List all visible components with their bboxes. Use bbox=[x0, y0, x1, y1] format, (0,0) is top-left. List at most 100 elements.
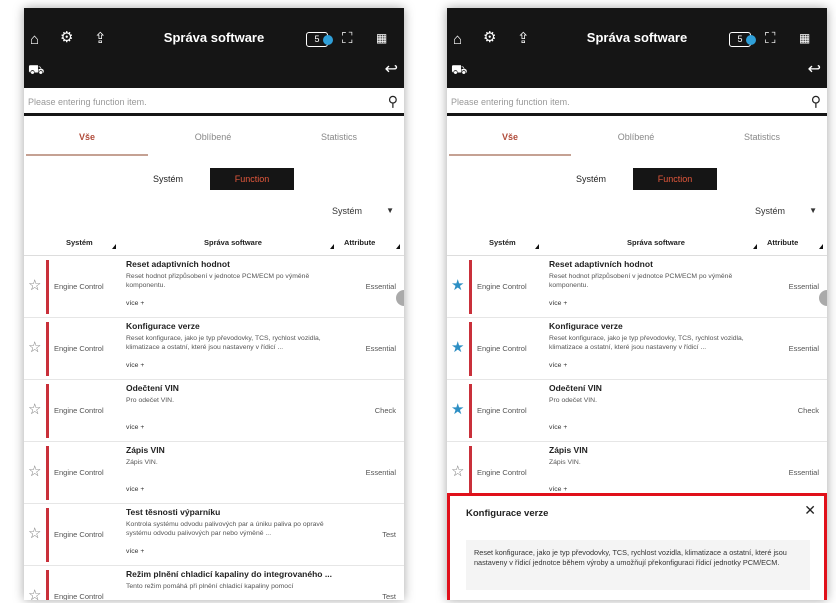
header-software[interactable]: Správa software bbox=[204, 238, 262, 247]
row-attribute: Check bbox=[797, 406, 819, 415]
more-link[interactable]: více + bbox=[126, 486, 144, 493]
row-function-name[interactable]: Test těsnosti výparníku bbox=[126, 507, 356, 517]
close-icon[interactable]: ✕ bbox=[804, 502, 816, 519]
detail-popup: Konfigurace verze ✕ Reset konfigurace, j… bbox=[447, 493, 827, 600]
search-bar[interactable]: Please entering function item. ⚲ bbox=[24, 88, 404, 116]
notification-badge[interactable]: 5 bbox=[729, 32, 756, 47]
chevron-down-icon: ▼ bbox=[809, 206, 817, 215]
table-row[interactable]: ☆ Engine Control Zápis VIN Zápis VIN. více +… bbox=[24, 442, 404, 504]
system-dropdown[interactable]: Systém ▼ bbox=[318, 202, 398, 222]
row-description: Reset hodnot přizpůsobení v jednotce PCM… bbox=[126, 273, 310, 289]
table-row[interactable]: ☆ Engine Control Režim plnění chladicí kap… bbox=[24, 566, 404, 600]
row-function-name[interactable]: Konfigurace verze bbox=[126, 321, 356, 331]
grid-icon[interactable]: ▦ bbox=[799, 32, 810, 44]
star-icon[interactable]: ☆ bbox=[28, 402, 41, 417]
table-row[interactable]: ☆ Engine Control Reset adaptivních hodnot R… bbox=[24, 256, 404, 318]
vehicle-icon[interactable]: ⛟ bbox=[28, 63, 44, 76]
row-function-name[interactable]: Režim plnění chladicí kapaliny do integr… bbox=[126, 569, 356, 579]
header-attribute[interactable]: Attribute bbox=[344, 238, 375, 247]
row-function-name[interactable]: Konfigurace verze bbox=[549, 321, 779, 331]
header-system[interactable]: Systém bbox=[489, 238, 516, 247]
row-system: Engine Control bbox=[54, 344, 104, 353]
more-link[interactable]: více + bbox=[549, 362, 567, 369]
star-icon[interactable]: ★ bbox=[451, 278, 464, 293]
star-icon[interactable]: ★ bbox=[451, 402, 464, 417]
star-icon[interactable]: ☆ bbox=[28, 278, 41, 293]
back-arrow-icon[interactable]: ↩ bbox=[808, 62, 821, 78]
scroll-handle[interactable] bbox=[396, 290, 404, 306]
row-accent-bar bbox=[469, 322, 472, 376]
search-icon[interactable]: ⚲ bbox=[811, 93, 821, 110]
row-attribute: Essential bbox=[788, 468, 819, 477]
tab-favorites[interactable]: Oblíbené bbox=[573, 132, 699, 156]
table-row[interactable]: ☆ Engine Control Konfigurace verze Reset ko… bbox=[24, 318, 404, 380]
sort-icon[interactable] bbox=[753, 244, 757, 249]
row-system: Engine Control bbox=[477, 406, 527, 415]
popup-title: Konfigurace verze bbox=[466, 508, 549, 519]
row-accent-bar bbox=[46, 446, 49, 500]
table-row[interactable]: ☆ Engine Control Test těsnosti výparníku Ko… bbox=[24, 504, 404, 566]
sort-icon[interactable] bbox=[819, 244, 823, 249]
more-link[interactable]: více + bbox=[126, 548, 144, 555]
row-function-name[interactable]: Reset adaptivních hodnot bbox=[549, 259, 779, 269]
tab-all[interactable]: Vše bbox=[447, 132, 573, 156]
table-row[interactable]: ★ Engine Control Odečtení VIN Pro odečet VI… bbox=[447, 380, 827, 442]
star-icon[interactable]: ☆ bbox=[28, 526, 41, 541]
app-screen-list: ⌂ ⚙ ⇪ Správa software 5 ⛶ ▦ ⛟ ↩ Please e… bbox=[24, 8, 404, 600]
star-icon[interactable]: ☆ bbox=[28, 464, 41, 479]
row-function-name[interactable]: Odečtení VIN bbox=[126, 383, 356, 393]
row-function-name[interactable]: Odečtení VIN bbox=[549, 383, 779, 393]
row-system: Engine Control bbox=[54, 530, 104, 539]
search-bar[interactable]: Please entering function item. ⚲ bbox=[447, 88, 827, 116]
back-arrow-icon[interactable]: ↩ bbox=[385, 62, 398, 78]
more-link[interactable]: více + bbox=[549, 486, 567, 493]
vehicle-icon[interactable]: ⛟ bbox=[451, 63, 467, 76]
sort-icon[interactable] bbox=[535, 244, 539, 249]
more-link[interactable]: více + bbox=[126, 300, 144, 307]
focus-icon[interactable]: ⛶ bbox=[765, 31, 776, 46]
row-system: Engine Control bbox=[54, 282, 104, 291]
row-system: Engine Control bbox=[477, 282, 527, 291]
notification-badge[interactable]: 5 bbox=[306, 32, 333, 47]
toggle-function[interactable]: Function bbox=[633, 168, 717, 190]
star-icon[interactable]: ☆ bbox=[451, 464, 464, 479]
header-system[interactable]: Systém bbox=[66, 238, 93, 247]
row-description: Pro odečet VIN. bbox=[126, 397, 174, 404]
row-system: Engine Control bbox=[54, 592, 104, 600]
view-toggle: Systém Function bbox=[126, 168, 294, 190]
toggle-function[interactable]: Function bbox=[210, 168, 294, 190]
tab-statistics[interactable]: Statistics bbox=[276, 132, 402, 156]
scroll-handle[interactable] bbox=[819, 290, 827, 306]
more-link[interactable]: více + bbox=[126, 424, 144, 431]
search-icon[interactable]: ⚲ bbox=[388, 93, 398, 110]
tab-favorites[interactable]: Oblíbené bbox=[150, 132, 276, 156]
focus-icon[interactable]: ⛶ bbox=[342, 31, 353, 46]
tab-all[interactable]: Vše bbox=[24, 132, 150, 156]
toggle-system[interactable]: Systém bbox=[126, 168, 210, 190]
row-description: Zápis VIN. bbox=[549, 459, 581, 466]
sort-icon[interactable] bbox=[330, 244, 334, 249]
search-input[interactable]: Please entering function item. bbox=[451, 97, 570, 107]
more-link[interactable]: více + bbox=[549, 424, 567, 431]
header-attribute[interactable]: Attribute bbox=[767, 238, 798, 247]
row-function-name[interactable]: Zápis VIN bbox=[126, 445, 356, 455]
toggle-system[interactable]: Systém bbox=[549, 168, 633, 190]
sort-icon[interactable] bbox=[112, 244, 116, 249]
header-software[interactable]: Správa software bbox=[627, 238, 685, 247]
view-toggle: Systém Function bbox=[549, 168, 717, 190]
star-icon[interactable]: ☆ bbox=[28, 340, 41, 355]
sort-icon[interactable] bbox=[396, 244, 400, 249]
star-icon[interactable]: ☆ bbox=[28, 588, 41, 600]
table-row[interactable]: ★ Engine Control Konfigurace verze Reset ko… bbox=[447, 318, 827, 380]
tab-statistics[interactable]: Statistics bbox=[699, 132, 825, 156]
grid-icon[interactable]: ▦ bbox=[376, 32, 387, 44]
row-function-name[interactable]: Reset adaptivních hodnot bbox=[126, 259, 356, 269]
system-dropdown[interactable]: Systém ▼ bbox=[741, 202, 821, 222]
row-function-name[interactable]: Zápis VIN bbox=[549, 445, 779, 455]
table-row[interactable]: ★ Engine Control Reset adaptivních hodnot R… bbox=[447, 256, 827, 318]
search-input[interactable]: Please entering function item. bbox=[28, 97, 147, 107]
star-icon[interactable]: ★ bbox=[451, 340, 464, 355]
table-row[interactable]: ☆ Engine Control Odečtení VIN Pro odečet VI… bbox=[24, 380, 404, 442]
more-link[interactable]: více + bbox=[126, 362, 144, 369]
more-link[interactable]: více + bbox=[549, 300, 567, 307]
